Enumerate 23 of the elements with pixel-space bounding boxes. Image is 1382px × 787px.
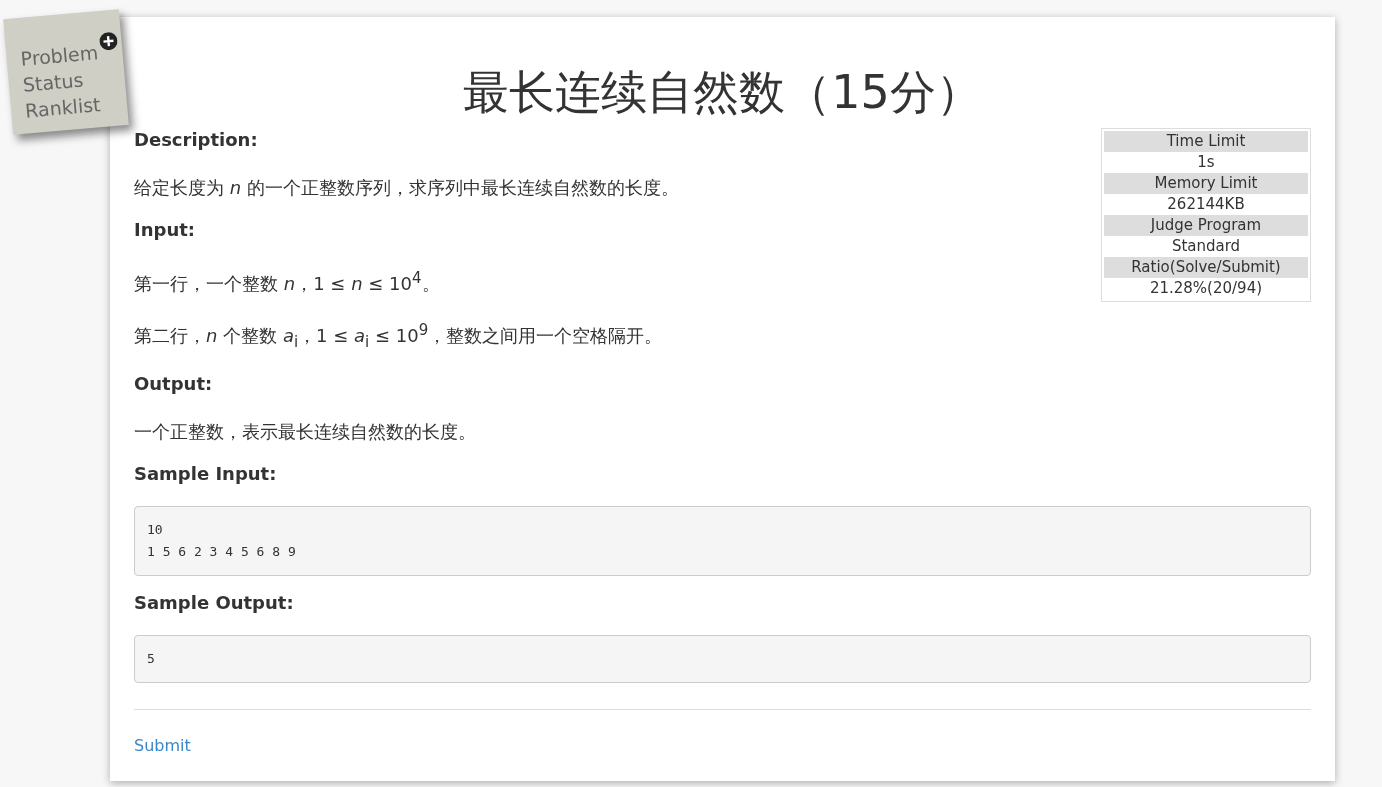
section-heading: Sample Input: (134, 461, 277, 486)
section-heading: Sample Output: (134, 590, 294, 615)
code-line: 5 (147, 649, 155, 668)
info-label: Memory Limit (1104, 173, 1308, 194)
info-value: 21.28%(20/94) (1148, 278, 1264, 299)
problem-title: 最长连续自然数（15分） (463, 67, 982, 117)
paragraph: 第二行，n 个整数 a$_{i}$，1 ≤ a$_{i}$ ≤ 10$^{9}$，整数之间用一个空格隔开。 (134, 320, 663, 353)
info-label: Ratio(Solve/Submit) (1104, 257, 1308, 278)
submit-link[interactable]: Submit (134, 733, 191, 758)
section-heading: Description: (134, 128, 258, 152)
info-value: 1s (1196, 152, 1216, 173)
info-label: Time Limit (1104, 131, 1308, 152)
section-heading: Input: (134, 218, 195, 242)
paragraph: 一个正整数，表示最长连续自然数的长度。 (134, 419, 476, 444)
info-value: 262144KB (1166, 194, 1246, 215)
code-line: 10 (147, 520, 163, 539)
paragraph: 第一行，一个整数 n，1 ≤ n ≤ 10$^{4}$。 (134, 268, 440, 296)
info-label: Judge Program (1104, 215, 1308, 236)
code-line: 1 5 6 2 3 4 5 6 8 9 (147, 542, 296, 561)
info-value: Standard (1170, 236, 1242, 257)
plus-icon[interactable] (98, 31, 119, 51)
section-heading: Output: (134, 371, 213, 396)
paragraph: 给定长度为 n 的一个正整数序列，求序列中最长连续自然数的长度。 (134, 176, 679, 200)
